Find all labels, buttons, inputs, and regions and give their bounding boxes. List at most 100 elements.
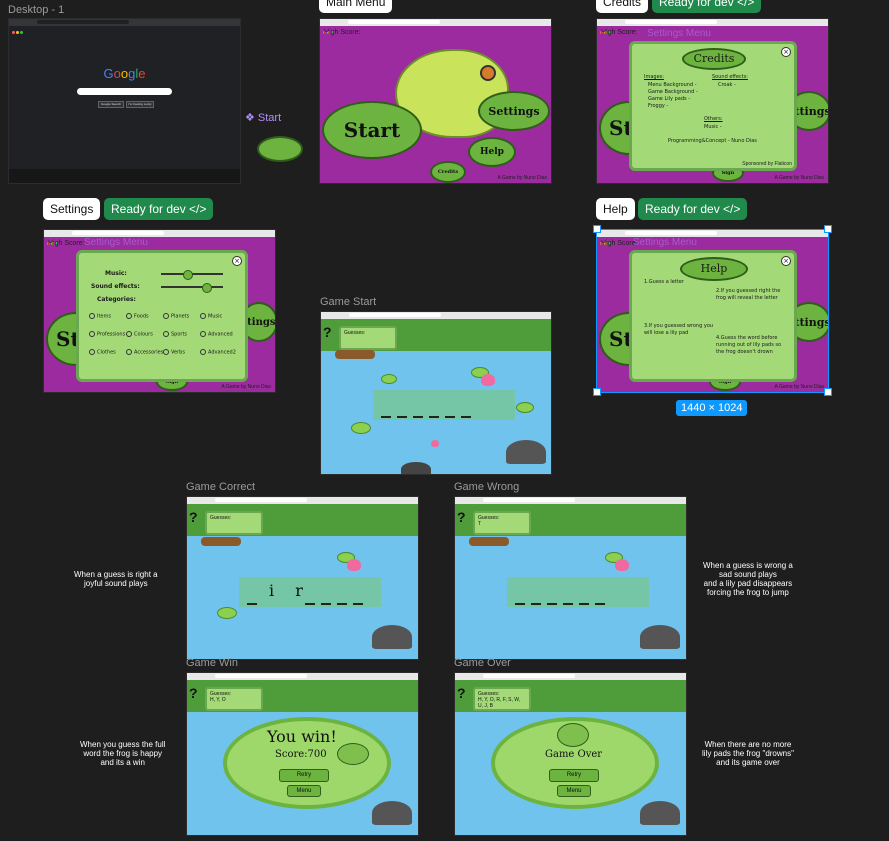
google-search-button[interactable]: Google Search	[98, 101, 124, 108]
menu-button[interactable]: Menu	[287, 785, 321, 797]
chip-credits[interactable]: Credits	[596, 0, 649, 13]
selection-handle[interactable]	[824, 388, 832, 396]
selection-handle[interactable]	[593, 225, 601, 233]
credits-title: Credits	[682, 48, 746, 70]
category-option[interactable]: Advanced	[200, 331, 233, 338]
radio-icon[interactable]	[89, 313, 95, 319]
category-option[interactable]: Sports	[163, 331, 187, 338]
radio-icon[interactable]	[89, 349, 95, 355]
sad-frog-icon	[557, 723, 589, 747]
desktop-frame[interactable]: Google Google Search I'm Feeling Lucky	[8, 18, 241, 184]
help-tip-3: 3.If you guessed wrong you will lose a l…	[644, 323, 714, 336]
game-correct-frame[interactable]: ? Guesses: i r	[186, 496, 419, 660]
happy-frog-icon	[337, 743, 369, 765]
category-option[interactable]: Colours	[126, 331, 153, 338]
category-option[interactable]: Music	[200, 313, 222, 320]
category-option[interactable]: Foods	[126, 313, 149, 320]
frame-label-desktop: Desktop - 1	[8, 4, 65, 16]
main-menu-frame[interactable]: High Score: Start Settings Help Credits …	[319, 18, 552, 184]
retry-button[interactable]: Retry	[279, 769, 329, 782]
category-option[interactable]: Clothes	[89, 349, 116, 356]
radio-icon[interactable]	[200, 349, 206, 355]
chip-ready-settings[interactable]: Ready for dev </>	[104, 198, 214, 220]
game-win-frame[interactable]: ? Guesses: H, Y, O You win! Score:700 Ret…	[186, 672, 419, 836]
credits-modal: × Credits Images: Menu Background - Game …	[629, 41, 797, 171]
radio-icon[interactable]	[126, 313, 132, 319]
chip-settings[interactable]: Settings	[43, 198, 101, 220]
google-search-input[interactable]	[77, 88, 172, 95]
revealed-letters: i r	[269, 581, 311, 600]
close-icon[interactable]: ×	[781, 47, 791, 57]
settings-button[interactable]: Settings	[478, 91, 550, 131]
game-over-frame[interactable]: ? Guesses: H, Y, O, R, F, S, W, U, J, B Ga…	[454, 672, 687, 836]
letter-slot	[563, 603, 573, 605]
radio-icon[interactable]	[163, 349, 169, 355]
category-label: Music	[208, 313, 223, 320]
guesses-box: Guesses: H, Y, O, R, F, S, W, U, J, B	[473, 687, 531, 711]
radio-icon[interactable]	[126, 331, 132, 337]
letter-slot	[547, 603, 557, 605]
category-option[interactable]: Accessories	[126, 349, 163, 356]
letter-slot	[321, 603, 331, 605]
radio-icon[interactable]	[200, 331, 206, 337]
retry-button[interactable]: Retry	[549, 769, 599, 782]
chip-help[interactable]: Help	[596, 198, 635, 220]
category-option[interactable]: Professions	[89, 331, 125, 338]
selection-handle[interactable]	[824, 225, 832, 233]
game-over-title: Game Over	[545, 749, 603, 760]
credits-button[interactable]: Credits	[430, 161, 466, 183]
images-list: Menu Background - Game Background - Game L…	[648, 82, 698, 109]
lotus-flower	[481, 374, 495, 386]
music-slider[interactable]	[161, 270, 223, 280]
question-mark-icon: ?	[189, 685, 198, 701]
letter-slot	[353, 603, 363, 605]
sound-effects-label: Sound effects:	[91, 283, 140, 290]
sound-slider[interactable]	[161, 283, 223, 293]
frame-label-game-win: Game Win	[186, 657, 238, 669]
note-game-correct: When a guess is right a joyful sound play…	[74, 570, 158, 588]
question-mark-icon: ?	[457, 685, 466, 701]
start-button[interactable]: Start	[322, 101, 422, 159]
byline: A Game by Nuno Dias	[774, 175, 824, 181]
category-label: Planets	[171, 313, 190, 320]
category-label: Foods	[134, 313, 149, 320]
radio-icon[interactable]	[200, 313, 206, 319]
lucky-button[interactable]: I'm Feeling Lucky	[126, 101, 154, 108]
browser-toolbar	[187, 497, 418, 512]
selection-handle[interactable]	[593, 388, 601, 396]
radio-icon[interactable]	[163, 313, 169, 319]
category-option[interactable]: Planets	[163, 313, 189, 320]
help-button[interactable]: Help	[468, 137, 516, 167]
radio-icon[interactable]	[126, 349, 132, 355]
game-wrong-frame[interactable]: ? Guesses: T	[454, 496, 687, 660]
prototype-start-flow[interactable]: ❖ Start	[245, 111, 281, 124]
high-score-label: High Score:	[324, 29, 361, 36]
log-illustration	[335, 350, 375, 359]
category-label: Advanced2	[208, 349, 236, 356]
category-option[interactable]: Verbs	[163, 349, 185, 356]
guesses-box: Guesses: T	[473, 511, 531, 535]
category-option[interactable]: Items	[89, 313, 111, 320]
category-label: Accessories	[134, 349, 164, 356]
category-option[interactable]: Advanced2	[200, 349, 236, 356]
credits-frame[interactable]: High Score: Settings Menu St ettings Sig…	[596, 18, 829, 184]
settings-frame[interactable]: High Score: Settings Menu St ttings Sign…	[43, 229, 276, 393]
radio-icon[interactable]	[163, 331, 169, 337]
radio-icon[interactable]	[89, 331, 95, 337]
lotus-flower	[431, 440, 439, 447]
sound-slider-knob[interactable]	[201, 283, 212, 293]
menu-button[interactable]: Menu	[557, 785, 591, 797]
chip-ready-help[interactable]: Ready for dev </>	[638, 198, 748, 220]
letter-slot	[397, 416, 407, 418]
rock	[640, 801, 680, 825]
music-slider-knob[interactable]	[182, 270, 193, 280]
help-frame[interactable]: High Score: Settings Menu St ettings Sig…	[596, 229, 829, 393]
frame-label-game-start: Game Start	[320, 296, 377, 308]
close-icon[interactable]: ×	[232, 256, 242, 266]
note-game-win: When you guess the full word the frog is …	[80, 740, 166, 767]
browser-toolbar	[320, 19, 551, 34]
close-icon[interactable]: ×	[781, 256, 791, 266]
chip-main-menu[interactable]: Main Menu	[319, 0, 393, 13]
game-start-frame[interactable]: ? Guesses:	[320, 311, 552, 475]
chip-ready-credits[interactable]: Ready for dev </>	[652, 0, 762, 13]
